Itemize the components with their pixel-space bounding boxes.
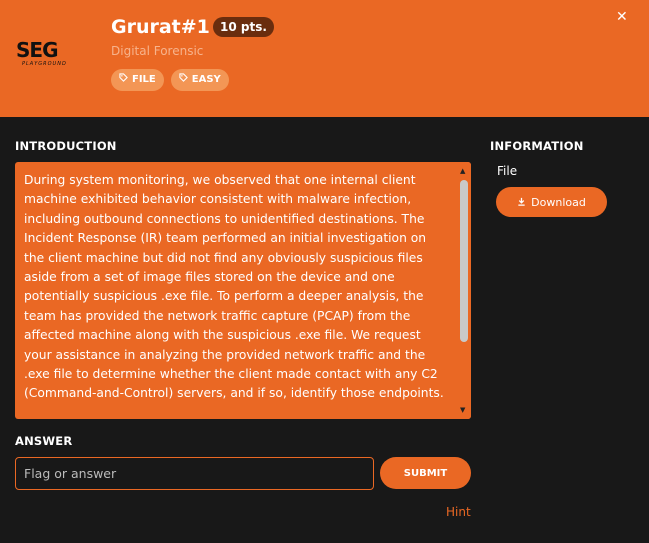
download-label: Download (531, 195, 586, 209)
seg-logo: SEG PLAYGROUND (16, 40, 90, 74)
answer-heading: ANSWER (15, 434, 73, 448)
close-icon[interactable]: ✕ (616, 9, 628, 25)
scroll-thumb[interactable] (460, 180, 468, 342)
answer-input[interactable] (15, 457, 374, 490)
challenge-title: Grurat#1 (111, 16, 210, 38)
scrollbar[interactable]: ▲ ▼ (457, 162, 471, 419)
logo-mark: SEG (16, 38, 58, 62)
tag-easy: EASY (170, 69, 229, 91)
introduction-textbox[interactable]: During system monitoring, we observed th… (15, 162, 471, 419)
logo-subtitle: PLAYGROUND (22, 61, 67, 67)
challenge-category: Digital Forensic (111, 44, 204, 58)
download-button[interactable]: Download (496, 187, 607, 217)
tag-list: FILE EASY (111, 69, 229, 91)
scroll-down-icon[interactable]: ▼ (460, 406, 465, 414)
introduction-text: During system monitoring, we observed th… (24, 173, 444, 401)
tag-label: EASY (191, 74, 221, 85)
scroll-up-icon[interactable]: ▲ (460, 167, 465, 175)
tag-icon (119, 69, 128, 91)
information-heading: INFORMATION (490, 139, 584, 153)
tag-label: FILE (132, 74, 156, 85)
challenge-header: SEG PLAYGROUND Grurat#1 10 pts. Digital … (0, 0, 649, 117)
introduction-heading: INTRODUCTION (15, 139, 117, 153)
tag-icon (179, 69, 188, 91)
file-label: File (497, 164, 518, 178)
download-icon (517, 196, 526, 209)
points-badge: 10 pts. (213, 17, 274, 37)
hint-link[interactable]: Hint (446, 505, 471, 519)
tag-file: FILE (111, 69, 164, 91)
submit-button[interactable]: SUBMIT (380, 457, 471, 489)
